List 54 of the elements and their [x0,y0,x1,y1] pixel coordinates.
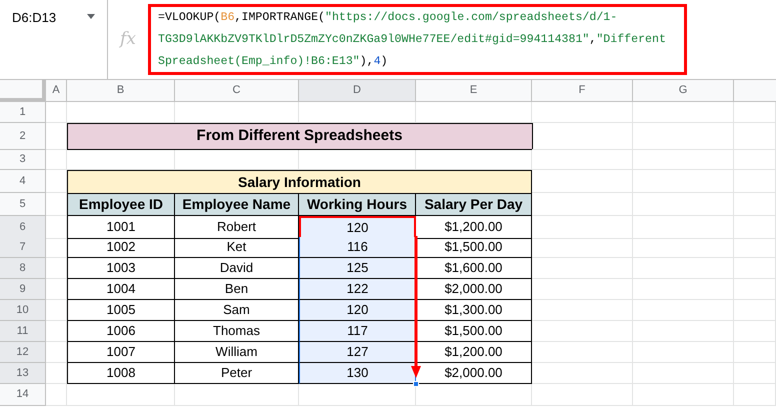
row-header[interactable]: 14 [0,384,46,406]
table-cell: 1007 [67,342,175,363]
row-header[interactable]: 3 [0,150,46,170]
row-header[interactable]: 12 [0,342,46,363]
sheet-title: From Different Spreadsheets [66,123,532,150]
row-header[interactable]: 1 [0,102,46,123]
table-cell: $1,200.00 [416,342,532,363]
table-cell: 1003 [67,258,175,279]
table-cell: 1004 [67,279,175,300]
column-header[interactable]: F [532,80,633,102]
table-cell: 1001 [67,216,175,238]
column-header[interactable]: C [175,80,299,102]
formula-text: =VLOOKUP(B6,IMPORTRANGE("https://docs.google.com/spreadsheets/d/1- TG3D9lAKKbZV9TKlDlrD5ZmZYc0nZKGa9l0WHe77EE/edit#gid=994114381","Different Spreadsheet(Emp_info)!B6:E13"),4) [158,10,666,70]
table-cell: $1,300.00 [416,300,532,321]
table-cell: 120 [299,216,416,238]
column-heading: Working Hours [299,193,416,216]
column-heading: Salary Per Day [416,193,532,216]
row-header[interactable]: 13 [0,363,46,384]
table-cell: $2,000.00 [416,279,532,300]
table-cell: 130 [299,363,416,384]
column-header[interactable]: G [633,80,734,102]
table-cell: 120 [299,300,416,321]
table-cell: 127 [299,342,416,363]
row-header[interactable]: 6 [0,216,46,238]
name-box[interactable]: D6:D13 [0,0,108,79]
row-header[interactable]: 5 [0,193,46,216]
column-heading: Employee ID [67,193,175,216]
table-cell: $1,200.00 [416,216,532,238]
column-header[interactable]: A [46,80,67,102]
formula-field[interactable]: =VLOOKUP(B6,IMPORTRANGE("https://docs.google.com/spreadsheets/d/1- TG3D9lAKKbZV9TKlDlrD5ZmZYc0nZKGa9l0WHe77EE/edit#gid=994114381","Different Spreadsheet(Emp_info)!B6:E13"),4) [148,4,687,75]
table-cell: 1002 [67,237,175,258]
table-cell: $1,500.00 [416,321,532,342]
column-header[interactable]: D [299,80,416,102]
table-title: Salary Information [67,170,532,193]
row-header[interactable]: 9 [0,279,46,300]
row-header[interactable]: 11 [0,321,46,342]
row-header[interactable]: 2 [0,123,46,150]
column-header[interactable]: B [67,80,175,102]
row-header[interactable]: 7 [0,237,46,258]
table-cell: $1,500.00 [416,237,532,258]
table-cell: 1008 [67,363,175,384]
table-cell: $1,600.00 [416,258,532,279]
table-cell: 116 [299,237,416,258]
row-header[interactable]: 8 [0,258,46,279]
table-cell: 125 [299,258,416,279]
row-header[interactable]: 10 [0,300,46,321]
table-cell: 122 [299,279,416,300]
table-cell: 1006 [67,321,175,342]
column-heading: Employee Name [175,193,299,216]
column-header[interactable]: E [416,80,532,102]
table-cell: 1005 [67,300,175,321]
row-header[interactable]: 4 [0,170,46,193]
function-label: fx [120,28,136,51]
table-cell: 117 [299,321,416,342]
